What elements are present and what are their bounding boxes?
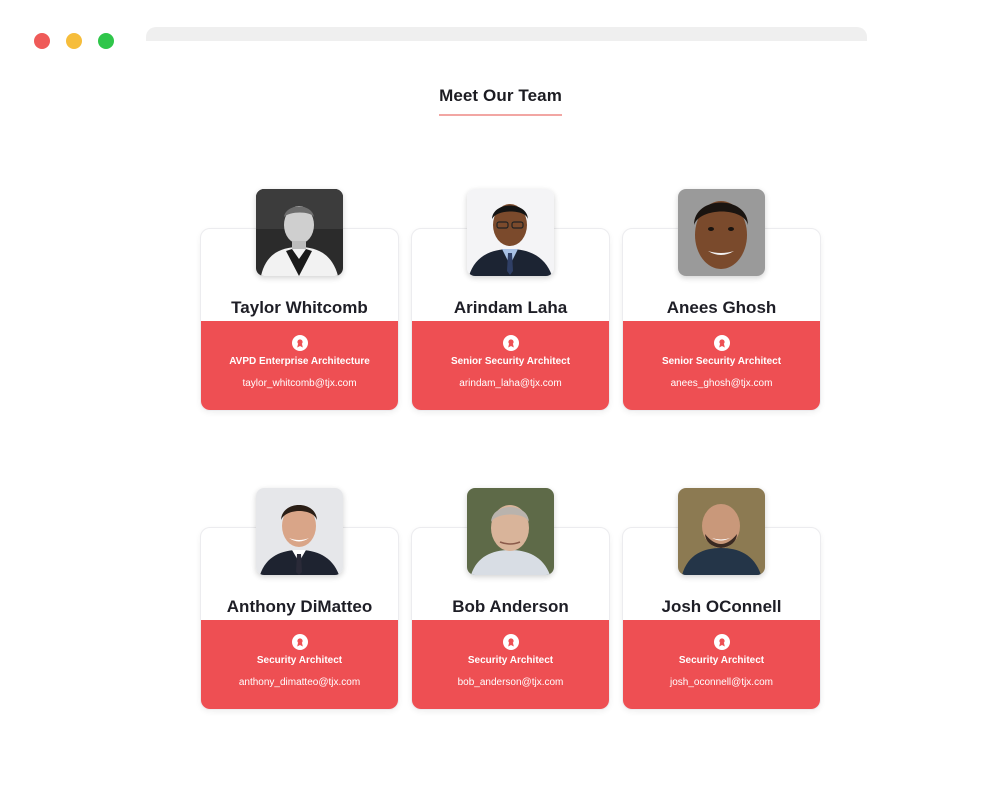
member-name: Arindam Laha [453, 298, 568, 317]
avatar [467, 488, 554, 575]
member-email[interactable]: arindam_laha@tjx.com [412, 378, 609, 389]
team-card: Anthony DiMatteo Security Architect anth… [200, 488, 399, 710]
award-icon [502, 335, 519, 351]
team-card: Arindam Laha Senior Security Architect a… [411, 189, 610, 411]
avatar [678, 488, 765, 575]
team-card: Josh OConnell Security Architect josh_oc… [622, 488, 821, 710]
card-info-band: Senior Security Architect anees_ghosh@tj… [623, 321, 820, 410]
member-name: Anthony DiMatteo [226, 597, 373, 616]
profile-photo [678, 488, 765, 575]
address-bar[interactable] [146, 27, 867, 41]
card-info-band: Security Architect bob_anderson@tjx.com [412, 620, 609, 709]
profile-photo [256, 488, 343, 575]
award-icon [713, 634, 730, 650]
member-title: Senior Security Architect [450, 356, 571, 367]
card-info-band: Senior Security Architect arindam_laha@t… [412, 321, 609, 410]
team-card: Taylor Whitcomb AVPD Enterprise Architec… [200, 189, 399, 411]
member-name: Bob Anderson [452, 597, 569, 616]
member-title: AVPD Enterprise Architecture [229, 356, 370, 367]
team-grid: Taylor Whitcomb AVPD Enterprise Architec… [200, 189, 821, 710]
member-name: Josh OConnell [661, 597, 782, 616]
member-title: Security Architect [678, 655, 765, 666]
member-email[interactable]: anthony_dimatteo@tjx.com [201, 677, 398, 688]
team-card: Anees Ghosh Senior Security Architect an… [622, 189, 821, 411]
avatar [467, 189, 554, 276]
window-controls [34, 33, 114, 49]
member-email[interactable]: josh_oconnell@tjx.com [623, 677, 820, 688]
member-title: Security Architect [467, 655, 554, 666]
avatar [678, 189, 765, 276]
card-info-band: AVPD Enterprise Architecture taylor_whit… [201, 321, 398, 410]
page-title: Meet Our Team [439, 86, 562, 116]
member-email[interactable]: bob_anderson@tjx.com [412, 677, 609, 688]
member-name: Anees Ghosh [666, 298, 777, 317]
award-icon [502, 634, 519, 650]
profile-photo [678, 189, 765, 276]
member-email[interactable]: anees_ghosh@tjx.com [623, 378, 820, 389]
profile-photo [467, 189, 554, 276]
card-info-band: Security Architect josh_oconnell@tjx.com [623, 620, 820, 709]
award-icon [291, 335, 308, 351]
section-header: Meet Our Team [0, 86, 1001, 116]
profile-photo [256, 189, 343, 276]
member-title: Security Architect [256, 655, 343, 666]
award-icon [291, 634, 308, 650]
minimize-window-button[interactable] [66, 33, 82, 49]
avatar [256, 488, 343, 575]
card-info-band: Security Architect anthony_dimatteo@tjx.… [201, 620, 398, 709]
profile-photo [467, 488, 554, 575]
member-name: Taylor Whitcomb [231, 298, 368, 317]
avatar [256, 189, 343, 276]
member-title: Senior Security Architect [661, 356, 782, 367]
team-card: Bob Anderson Security Architect bob_ande… [411, 488, 610, 710]
award-icon [713, 335, 730, 351]
maximize-window-button[interactable] [98, 33, 114, 49]
member-email[interactable]: taylor_whitcomb@tjx.com [201, 378, 398, 389]
close-window-button[interactable] [34, 33, 50, 49]
